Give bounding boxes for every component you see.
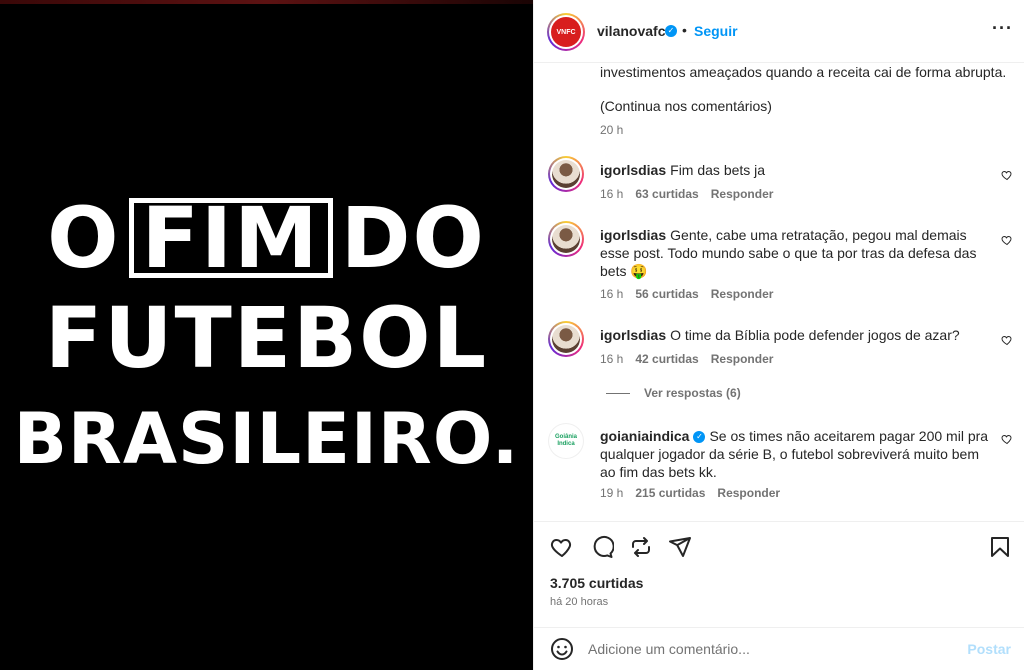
commenter-avatar[interactable] xyxy=(548,321,584,357)
club-crest-icon: VNFC xyxy=(551,17,581,47)
comment-item: goianiaindica ✓ Se os times não aceitarem … xyxy=(600,427,995,481)
comment-time: 16 h xyxy=(600,187,624,201)
more-options-icon[interactable]: ··· xyxy=(992,18,1013,39)
view-replies-button[interactable]: Ver respostas (6) xyxy=(606,386,741,400)
emoji-icon[interactable] xyxy=(550,637,574,661)
comment-item: igorlsdias Gente, cabe uma retratação, pe… xyxy=(600,226,995,280)
comment-body: O time da Bíblia pode defender jogos de … xyxy=(670,327,960,343)
goiania-indica-logo-icon: Goiânia Indica xyxy=(549,424,583,458)
author-username[interactable]: vilanovafc xyxy=(597,23,665,39)
comment-username[interactable]: goianiaindica xyxy=(600,428,689,444)
post-side-panel: VNFC vilanovafc ✓ • Seguir ··· investime… xyxy=(533,0,1024,670)
likes-count[interactable]: 3.705 curtidas xyxy=(550,575,643,591)
comment-likes[interactable]: 215 curtidas xyxy=(635,486,705,500)
comment-meta: 16 h 42 curtidas Responder xyxy=(600,352,785,366)
comment-like-heart-icon[interactable] xyxy=(1001,433,1013,445)
comment-username[interactable]: igorlsdias xyxy=(600,162,666,178)
reply-button[interactable]: Responder xyxy=(711,187,774,201)
reply-button[interactable]: Responder xyxy=(711,287,774,301)
comment-meta: 19 h 215 curtidas Responder xyxy=(600,486,792,500)
comment-likes[interactable]: 42 curtidas xyxy=(635,352,698,366)
caption-continues: (Continua nos comentários) xyxy=(600,98,772,114)
post-actions: 3.705 curtidas há 20 horas xyxy=(534,521,1024,627)
comment-item: igorlsdias O time da Bíblia pode defender… xyxy=(600,326,995,344)
comment-time: 16 h xyxy=(600,352,624,366)
comment-like-heart-icon[interactable] xyxy=(1001,169,1013,181)
comment-username[interactable]: igorlsdias xyxy=(600,327,666,343)
comment-bubble-icon[interactable] xyxy=(590,535,614,559)
view-replies-line xyxy=(606,392,630,394)
like-heart-icon[interactable] xyxy=(550,535,574,559)
caption-time: 20 h xyxy=(600,123,624,137)
view-replies-label: Ver respostas (6) xyxy=(644,386,741,400)
headline-line-2: FUTEBOL xyxy=(44,289,489,387)
post-timestamp: há 20 horas xyxy=(550,596,609,608)
comment-time: 16 h xyxy=(600,287,624,301)
follow-button[interactable]: Seguir xyxy=(694,23,738,39)
comment-input[interactable] xyxy=(588,638,948,660)
commenter-avatar[interactable]: Goiânia Indica xyxy=(548,423,584,459)
comment-likes[interactable]: 56 curtidas xyxy=(635,287,698,301)
headline-word-o: O xyxy=(47,189,121,287)
caption-text: investimentos ameaçados quando a receita… xyxy=(600,64,1007,80)
comment-composer: Postar xyxy=(534,627,1024,670)
commenter-avatar[interactable] xyxy=(548,221,584,257)
comment-item: igorlsdias Fim das bets ja xyxy=(600,161,995,179)
comment-time: 19 h xyxy=(600,486,624,500)
header-separator-dot: • xyxy=(682,22,687,38)
image-headline: O FIM DO FUTEBOL BRASILEIRO. xyxy=(0,0,533,670)
post-header: VNFC vilanovafc ✓ • Seguir ··· xyxy=(534,0,1024,63)
save-bookmark-icon[interactable] xyxy=(988,535,1012,559)
headline-line-3: BRASILEIRO. xyxy=(13,398,520,480)
headline-word-fim-boxed: FIM xyxy=(128,196,333,280)
post-comment-button[interactable]: Postar xyxy=(967,641,1011,657)
verified-badge-icon: ✓ xyxy=(693,431,706,444)
share-send-icon[interactable] xyxy=(668,535,692,559)
commenter-avatar[interactable] xyxy=(548,156,584,192)
reply-button[interactable]: Responder xyxy=(717,486,780,500)
headline-word-do: DO xyxy=(340,189,486,287)
post-image: O FIM DO FUTEBOL BRASILEIRO. xyxy=(0,0,533,670)
verified-badge-icon: ✓ xyxy=(665,25,677,37)
comment-like-heart-icon[interactable] xyxy=(1001,334,1013,346)
author-avatar[interactable]: VNFC xyxy=(547,13,585,51)
headline-line-1: O FIM DO xyxy=(0,196,533,280)
instagram-post-modal: O FIM DO FUTEBOL BRASILEIRO. VNFC vilanova… xyxy=(0,0,1024,670)
comments-list[interactable]: investimentos ameaçados quando a receita… xyxy=(534,63,1024,521)
comment-body: Fim das bets ja xyxy=(670,162,766,178)
comment-meta: 16 h 63 curtidas Responder xyxy=(600,187,785,201)
repost-icon[interactable] xyxy=(629,535,653,559)
comment-meta: 16 h 56 curtidas Responder xyxy=(600,287,785,301)
reply-button[interactable]: Responder xyxy=(711,352,774,366)
comment-likes[interactable]: 63 curtidas xyxy=(635,187,698,201)
comment-like-heart-icon[interactable] xyxy=(1001,234,1013,246)
comment-username[interactable]: igorlsdias xyxy=(600,227,666,243)
